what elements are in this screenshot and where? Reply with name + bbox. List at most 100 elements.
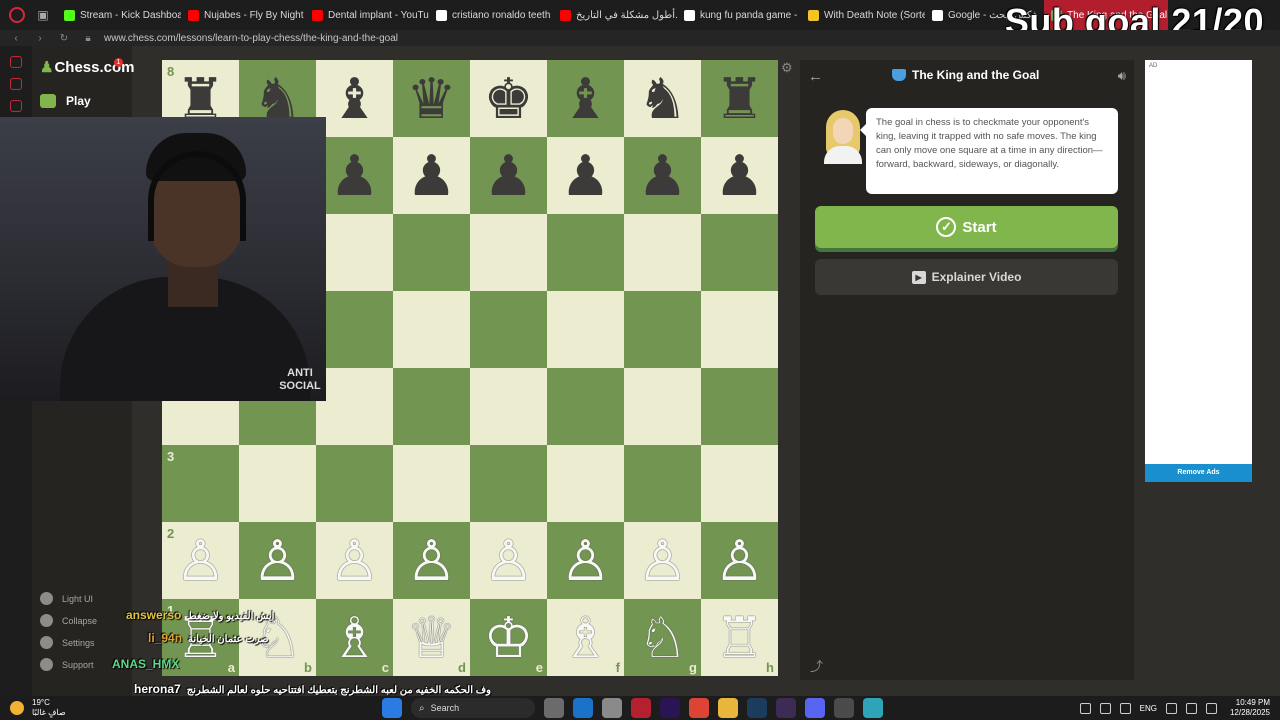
board-square[interactable] xyxy=(624,214,701,291)
board-square[interactable] xyxy=(547,368,624,445)
board-square[interactable] xyxy=(316,445,393,522)
messenger-icon[interactable] xyxy=(10,78,22,90)
board-square[interactable]: ♙ xyxy=(701,522,778,599)
board-square[interactable]: ♙ xyxy=(239,522,316,599)
board-square[interactable] xyxy=(701,368,778,445)
url-field[interactable]: www.chess.com/lessons/learn-to-play-ches… xyxy=(104,33,398,44)
board-square[interactable] xyxy=(624,291,701,368)
language-indicator[interactable]: ENG xyxy=(1140,704,1157,713)
board-square[interactable]: ♛ xyxy=(393,60,470,137)
chess-piece[interactable]: ♟ xyxy=(483,147,533,204)
chess-piece[interactable]: ♙ xyxy=(637,532,687,589)
board-settings-icon[interactable]: ⚙ xyxy=(781,60,793,76)
board-square[interactable] xyxy=(701,291,778,368)
chess-piece[interactable]: ♘ xyxy=(637,609,687,666)
board-square[interactable] xyxy=(624,445,701,522)
file-explorer-icon[interactable] xyxy=(718,698,738,718)
volume-icon[interactable] xyxy=(1099,702,1111,714)
chess-piece[interactable]: ♙ xyxy=(329,532,379,589)
board-square[interactable]: ♚ xyxy=(470,60,547,137)
browser-tab[interactable]: kung fu panda game - ... xyxy=(677,0,801,30)
start-button[interactable]: ✓ Start xyxy=(815,206,1118,248)
chess-piece[interactable]: ♖ xyxy=(714,609,764,666)
battery-icon[interactable] xyxy=(1205,702,1217,714)
explainer-video-button[interactable]: ▶ Explainer Video xyxy=(815,259,1118,295)
chess-piece[interactable]: ♙ xyxy=(560,532,610,589)
back-icon[interactable]: ‹ xyxy=(8,33,24,44)
board-square[interactable] xyxy=(701,445,778,522)
board-square[interactable]: ♟ xyxy=(547,137,624,214)
board-square[interactable]: ♙ xyxy=(547,522,624,599)
workspaces-icon[interactable]: ▣ xyxy=(35,8,51,22)
board-square[interactable]: ♟ xyxy=(470,137,547,214)
browser-tab[interactable]: cristiano ronaldo teeth - xyxy=(429,0,553,30)
chess-piece[interactable]: ♙ xyxy=(252,532,302,589)
browser-tab[interactable]: أطول مشكلة في التاريخ... xyxy=(553,0,677,30)
discord-icon[interactable] xyxy=(805,698,825,718)
share-icon[interactable]: ⤴ xyxy=(810,656,823,675)
taskbar-search[interactable]: ⌕ Search xyxy=(411,698,535,718)
board-square[interactable] xyxy=(316,214,393,291)
chess-piece[interactable]: ♝ xyxy=(560,70,610,127)
board-square[interactable]: 3 xyxy=(162,445,239,522)
chess-piece[interactable]: ♞ xyxy=(637,70,687,127)
browser-tab[interactable]: Stream - Kick Dashboard xyxy=(57,0,181,30)
board-square[interactable]: ♙ xyxy=(316,522,393,599)
board-square[interactable] xyxy=(316,368,393,445)
board-square[interactable]: ♝ xyxy=(316,60,393,137)
chess-piece[interactable]: ♟ xyxy=(560,147,610,204)
board-square[interactable]: ♖ h xyxy=(701,599,778,676)
board-square[interactable] xyxy=(393,368,470,445)
board-square[interactable] xyxy=(393,291,470,368)
tray-chevron-icon[interactable] xyxy=(1079,702,1091,714)
board-square[interactable]: ♟ xyxy=(316,137,393,214)
steam-icon[interactable] xyxy=(747,698,767,718)
forward-icon[interactable]: › xyxy=(32,33,48,44)
board-square[interactable] xyxy=(547,291,624,368)
chess-piece[interactable]: ♙ xyxy=(406,532,456,589)
chess-piece[interactable]: ♛ xyxy=(406,70,456,127)
browser-tab[interactable]: Nujabes - Fly By Night - xyxy=(181,0,305,30)
board-square[interactable]: ♘ g xyxy=(624,599,701,676)
chess-piece[interactable]: ♙ xyxy=(483,532,533,589)
board-square[interactable]: ♙ xyxy=(393,522,470,599)
chess-piece[interactable]: ♟ xyxy=(637,147,687,204)
board-square[interactable] xyxy=(239,445,316,522)
board-square[interactable]: ♟ xyxy=(701,137,778,214)
board-square[interactable] xyxy=(393,214,470,291)
board-square[interactable] xyxy=(470,368,547,445)
board-square[interactable]: ♙ 2 xyxy=(162,522,239,599)
music-icon[interactable] xyxy=(10,100,22,112)
board-square[interactable]: ♟ xyxy=(393,137,470,214)
chess-piece[interactable]: ♚ xyxy=(483,70,533,127)
board-square[interactable] xyxy=(701,214,778,291)
board-square[interactable]: ♜ xyxy=(701,60,778,137)
windows-start-icon[interactable] xyxy=(382,698,402,718)
browser-tab[interactable]: With Death Note (Sorted xyxy=(801,0,925,30)
mic-icon[interactable] xyxy=(1119,702,1131,714)
chess-piece[interactable]: ♟ xyxy=(406,147,456,204)
settings-app-icon[interactable] xyxy=(834,698,854,718)
chess-piece[interactable]: ♙ xyxy=(714,532,764,589)
board-square[interactable] xyxy=(470,214,547,291)
opera-gx-icon[interactable] xyxy=(631,698,651,718)
network-icon[interactable] xyxy=(1165,702,1177,714)
board-square[interactable] xyxy=(470,291,547,368)
board-square[interactable] xyxy=(470,445,547,522)
chess-piece[interactable]: ♝ xyxy=(329,70,379,127)
chess-piece[interactable]: ♗ xyxy=(560,609,610,666)
store-icon[interactable] xyxy=(602,698,622,718)
remove-ads-button[interactable]: Remove Ads xyxy=(1145,464,1252,482)
weather-widget[interactable]: 19°C صافٍ غالبًا xyxy=(10,698,66,718)
board-square[interactable] xyxy=(393,445,470,522)
premiere-icon[interactable] xyxy=(660,698,680,718)
back-arrow-icon[interactable]: ← xyxy=(808,68,823,85)
board-square[interactable] xyxy=(316,291,393,368)
task-view-icon[interactable] xyxy=(544,698,564,718)
board-square[interactable]: ♝ xyxy=(547,60,624,137)
board-square[interactable]: ♟ xyxy=(624,137,701,214)
edge-icon[interactable] xyxy=(573,698,593,718)
speaker-icon[interactable] xyxy=(1185,702,1197,714)
chess-piece[interactable]: ♙ xyxy=(175,532,225,589)
clock[interactable]: 10:49 PM 12/28/2025 xyxy=(1230,698,1270,718)
